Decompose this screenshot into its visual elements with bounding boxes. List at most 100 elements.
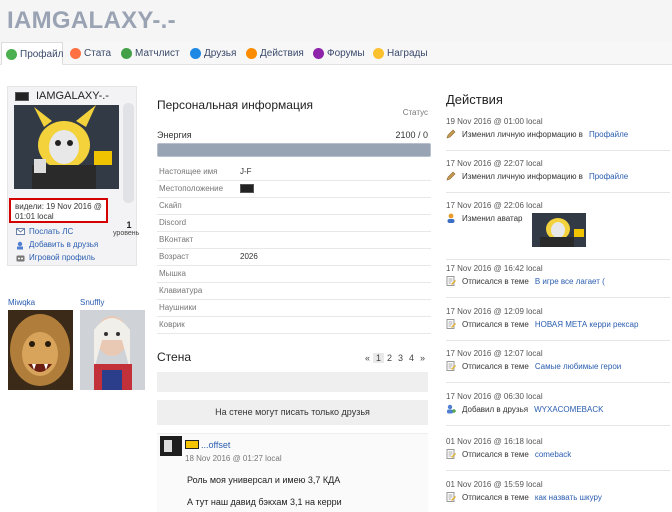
post-text-line: А тут наш давид бэкхам 3,1 на керри bbox=[187, 497, 342, 507]
activity-description: Отписался в теме bbox=[462, 320, 529, 329]
info-label: Местоположение bbox=[159, 184, 224, 193]
new-avatar-thumbnail[interactable] bbox=[532, 213, 586, 247]
activity-text: Отписался в теме как назвать шкуру bbox=[462, 493, 602, 502]
page-2[interactable]: 2 bbox=[384, 353, 395, 363]
activity-text: Изменил аватар bbox=[462, 214, 523, 223]
page-1[interactable]: 1 bbox=[373, 353, 384, 363]
activity-date: 01 Nov 2016 @ 15:59 local bbox=[446, 480, 543, 489]
send-message-link[interactable]: Послать ЛС bbox=[16, 227, 73, 236]
info-label: Discord bbox=[159, 218, 187, 227]
friend-avatar[interactable] bbox=[8, 310, 73, 390]
tab-label: Профайл bbox=[20, 49, 64, 60]
info-row: Клавиатура bbox=[157, 283, 431, 300]
activity-link[interactable]: В игре все лагает ( bbox=[535, 277, 605, 286]
activity-description: Отписался в теме bbox=[462, 450, 529, 459]
activity-date: 17 Nov 2016 @ 12:07 local bbox=[446, 349, 543, 358]
avatar[interactable] bbox=[14, 105, 119, 189]
post-author-avatar[interactable] bbox=[160, 436, 182, 456]
game-profile-label: Игровой профиль bbox=[29, 253, 95, 262]
activity-link[interactable]: Самые любимые герои bbox=[535, 362, 621, 371]
info-row: Возраст 2026 bbox=[157, 249, 431, 266]
info-label: Наушники bbox=[159, 303, 197, 312]
info-row: Discord bbox=[157, 215, 431, 232]
post-text-line: Роль моя универсал и имею 3,7 КДА bbox=[187, 475, 341, 485]
add-friend-icon bbox=[446, 404, 456, 414]
activity-divider bbox=[446, 470, 670, 471]
energy-bar bbox=[157, 143, 431, 157]
activity-divider bbox=[446, 192, 670, 193]
activity-link[interactable]: WYXACOMEBACK bbox=[534, 405, 603, 414]
last-seen-line: видели: 19 Nov 2016 @ bbox=[15, 202, 102, 211]
add-friend-icon bbox=[17, 241, 23, 250]
add-friend-link[interactable]: Добавить в друзья bbox=[16, 240, 98, 250]
player-name: IAMGALAXY-.- bbox=[36, 90, 109, 102]
profile-icon bbox=[6, 49, 17, 60]
activity-description: Изменил аватар bbox=[462, 214, 523, 223]
activity-link[interactable]: comeback bbox=[535, 450, 571, 459]
user-icon bbox=[446, 213, 456, 223]
activity-link[interactable]: НОВАЯ МЕТА керри рексар bbox=[535, 320, 639, 329]
page-title: IAMGALAXY-.- bbox=[7, 7, 176, 34]
activity-description: Изменил личную информацию в bbox=[462, 130, 583, 139]
last-seen-line: 01:01 local bbox=[15, 212, 54, 221]
post-author-link[interactable]: ...offset bbox=[201, 440, 230, 450]
tab-matchlist[interactable]: Матчлист bbox=[117, 42, 185, 65]
page-3[interactable]: 3 bbox=[395, 353, 406, 363]
tab-friends[interactable]: Друзья bbox=[186, 42, 242, 65]
activity-divider bbox=[446, 340, 670, 341]
level-progress-bar bbox=[123, 103, 134, 203]
info-label: Скайп bbox=[159, 201, 182, 210]
friend-name-link[interactable]: Miwqka bbox=[8, 298, 35, 307]
pencil-icon bbox=[446, 129, 456, 139]
level-number: 1 bbox=[126, 220, 132, 230]
tab-label: Стата bbox=[84, 48, 112, 59]
note-icon bbox=[446, 361, 456, 371]
tab-label: Друзья bbox=[204, 48, 237, 59]
info-row: Мышка bbox=[157, 266, 431, 283]
tab-label: Награды bbox=[387, 48, 428, 59]
activity-date: 19 Nov 2016 @ 01:00 local bbox=[446, 117, 543, 126]
activity-description: Отписался в теме bbox=[462, 362, 529, 371]
activity-divider bbox=[446, 259, 670, 260]
friend-name-link[interactable]: Snuffly bbox=[80, 298, 104, 307]
energy-label: Энергия bbox=[157, 130, 192, 140]
activity-text: Отписался в теме comeback bbox=[462, 450, 571, 459]
page-prev[interactable]: « bbox=[362, 353, 373, 363]
activity-divider bbox=[446, 425, 670, 426]
note-icon bbox=[446, 276, 456, 286]
activity-link[interactable]: Профайле bbox=[589, 130, 628, 139]
page-4[interactable]: 4 bbox=[406, 353, 417, 363]
activity-text: Добавил в друзья WYXACOMEBACK bbox=[462, 405, 603, 414]
flag-icon bbox=[15, 92, 29, 101]
page-next[interactable]: » bbox=[417, 353, 428, 363]
friend-avatar[interactable] bbox=[80, 310, 145, 390]
last-seen: видели: 19 Nov 2016 @ 01:01 local bbox=[9, 198, 108, 223]
info-row: Настоящее имя J-F bbox=[157, 164, 431, 181]
tab-profile[interactable]: Профайл bbox=[1, 42, 64, 65]
info-row: ВКонтакт bbox=[157, 232, 431, 249]
pencil-icon bbox=[446, 171, 456, 181]
activity-text: Отписался в теме Самые любимые герои bbox=[462, 362, 621, 371]
note-icon bbox=[446, 492, 456, 502]
info-label: Коврик bbox=[159, 320, 185, 329]
tab-actions[interactable]: Действия bbox=[242, 42, 308, 65]
game-profile-link[interactable]: Игровой профиль bbox=[16, 253, 95, 262]
activity-description: Добавил в друзья bbox=[462, 405, 529, 414]
tab-awards[interactable]: Награды bbox=[369, 42, 431, 65]
note-icon bbox=[446, 449, 456, 459]
tab-forums[interactable]: Форумы bbox=[309, 42, 369, 65]
energy-bar-fill bbox=[158, 144, 430, 156]
tab-label: Матчлист bbox=[135, 48, 180, 59]
info-label: Мышка bbox=[159, 269, 186, 278]
info-value: 2026 bbox=[240, 252, 258, 261]
activity-text: Изменил личную информацию в Профайле bbox=[462, 172, 628, 181]
actions-icon bbox=[246, 48, 257, 59]
activity-text: Отписался в теме НОВАЯ МЕТА керри рексар bbox=[462, 320, 638, 329]
header: IAMGALAXY-.- bbox=[0, 0, 672, 42]
tab-stats[interactable]: Стата bbox=[66, 42, 116, 65]
activity-divider bbox=[446, 382, 670, 383]
activity-link[interactable]: как назвать шкуру bbox=[535, 493, 602, 502]
wall-input[interactable] bbox=[157, 372, 428, 392]
activity-link[interactable]: Профайле bbox=[589, 172, 628, 181]
tab-label: Действия bbox=[260, 48, 304, 59]
